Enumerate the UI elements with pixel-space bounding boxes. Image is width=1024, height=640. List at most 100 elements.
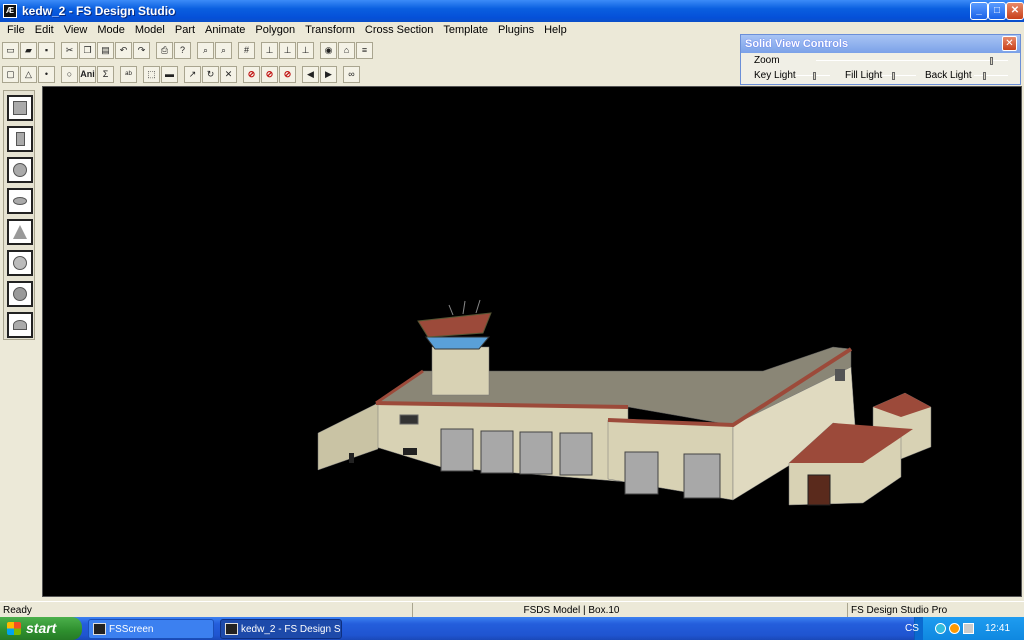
no-point-icon[interactable]: ⊘ [279, 65, 296, 83]
app-icon[interactable]: Æ [3, 4, 17, 18]
move-icon[interactable]: ↗ [184, 65, 201, 83]
home-icon[interactable]: ⌂ [338, 41, 355, 59]
axis-x-icon[interactable]: ⊥ [261, 41, 278, 59]
tower-body [431, 346, 490, 396]
close-button[interactable]: ✕ [1006, 2, 1024, 20]
sphere-shape-icon[interactable] [7, 157, 33, 183]
taskbar-fsscreen[interactable]: FSScreen [88, 619, 214, 639]
geosphere-alt-shape-icon[interactable] [7, 281, 33, 307]
fsscreen-icon [93, 623, 106, 635]
grid-icon[interactable]: # [238, 41, 255, 59]
select-part-icon[interactable]: ▢ [2, 65, 19, 83]
zoom-label: Zoom [754, 55, 780, 66]
menu-cross-section[interactable]: Cross Section [360, 22, 438, 39]
garage-door-5 [624, 451, 659, 495]
menu-file[interactable]: File [2, 22, 30, 39]
rotate-icon[interactable]: ↻ [202, 65, 219, 83]
previous-icon[interactable]: ◀ [302, 65, 319, 83]
update-icon[interactable] [949, 623, 960, 634]
taskbar-fsds[interactable]: kedw_2 - FS Design S... [220, 619, 342, 639]
next-icon[interactable]: ▶ [320, 65, 337, 83]
cut-icon[interactable]: ✂ [61, 41, 78, 59]
axis-y-icon[interactable]: ⊥ [279, 41, 296, 59]
save-icon[interactable]: ▪ [38, 41, 55, 59]
menu-part[interactable]: Part [170, 22, 200, 39]
menu-view[interactable]: View [59, 22, 93, 39]
menu-model[interactable]: Model [130, 22, 170, 39]
binoculars-icon[interactable]: ∞ [343, 65, 360, 83]
clock[interactable]: 12:41 [985, 617, 1010, 640]
paste-icon[interactable]: ▤ [97, 41, 114, 59]
ruler-icon[interactable]: ▬ [161, 65, 178, 83]
primitive-shapes-sidebar [3, 90, 35, 340]
zoom-slider-thumb[interactable] [990, 57, 993, 65]
fill-light-label: Fill Light [845, 70, 883, 81]
volume-icon[interactable] [963, 623, 974, 634]
back-light-slider[interactable] [974, 72, 1008, 80]
help-icon[interactable]: ? [174, 41, 191, 59]
menu-help[interactable]: Help [539, 22, 572, 39]
antenna-1 [448, 304, 454, 316]
select-polygon-icon[interactable]: △ [20, 65, 37, 83]
menu-transform[interactable]: Transform [300, 22, 360, 39]
fill-light-slider[interactable] [882, 72, 916, 80]
start-button[interactable]: start [0, 617, 82, 640]
redo-icon[interactable]: ↷ [133, 41, 150, 59]
zoom-slider[interactable] [816, 57, 1008, 65]
windows-taskbar: start FSScreen kedw_2 - FS Design S... C… [0, 617, 1024, 640]
no-select-icon[interactable]: ⊘ [243, 65, 260, 83]
key-light-slider-thumb[interactable] [813, 72, 816, 80]
disc-shape-icon[interactable] [7, 188, 33, 214]
layers-icon[interactable]: ≡ [356, 41, 373, 59]
back-light-slider-thumb[interactable] [983, 72, 986, 80]
garage-door-6 [683, 453, 721, 499]
circle-icon[interactable]: ○ [61, 65, 78, 83]
status-bar: Ready FSDS Model | Box.10 FS Design Stud… [0, 601, 1024, 617]
zoom-in-icon[interactable]: ⌕ [197, 41, 214, 59]
minimize-button[interactable]: _ [970, 2, 988, 20]
geosphere-shape-icon[interactable] [7, 250, 33, 276]
axis-z-icon[interactable]: ⊥ [297, 41, 314, 59]
scale-icon[interactable]: ✕ [220, 65, 237, 83]
marquee-select-icon[interactable]: ⬚ [143, 65, 160, 83]
animation-icon[interactable]: Ani [79, 65, 96, 83]
tower-glass [425, 336, 491, 350]
maximize-button[interactable]: □ [988, 2, 1006, 20]
back-light-label: Back Light [925, 70, 972, 81]
title-bar[interactable]: Æ kedw_2 - FS Design Studio _ □ ✕ [0, 0, 1024, 22]
select-point-icon[interactable]: • [38, 65, 55, 83]
start-label: start [26, 620, 57, 636]
new-file-icon[interactable]: ▭ [2, 41, 19, 59]
menu-plugins[interactable]: Plugins [493, 22, 539, 39]
sigma-icon[interactable]: Σ [97, 65, 114, 83]
status-ready: Ready [3, 605, 32, 616]
cylinder-shape-icon[interactable] [7, 126, 33, 152]
menu-mode[interactable]: Mode [92, 22, 130, 39]
camera-icon[interactable]: ◉ [320, 41, 337, 59]
language-indicator[interactable]: CS [905, 617, 919, 640]
garage-door-4 [559, 432, 593, 476]
copy-icon[interactable]: ❐ [79, 41, 96, 59]
box-shape-icon[interactable] [7, 95, 33, 121]
key-light-label: Key Light [754, 70, 796, 81]
menu-animate[interactable]: Animate [200, 22, 250, 39]
menu-template[interactable]: Template [438, 22, 493, 39]
zoom-out-icon[interactable]: ⌕ [215, 41, 232, 59]
key-light-slider[interactable] [796, 72, 830, 80]
menu-edit[interactable]: Edit [30, 22, 59, 39]
pyramid-shape-icon[interactable] [7, 219, 33, 245]
no-polygon-icon[interactable]: ⊘ [261, 65, 278, 83]
hemisphere-shape-icon[interactable] [7, 312, 33, 338]
fill-light-slider-thumb[interactable] [892, 72, 895, 80]
menu-polygon[interactable]: Polygon [250, 22, 300, 39]
3d-viewport[interactable] [42, 86, 1022, 597]
abc-icon[interactable]: ᵃᵇ [120, 65, 137, 83]
print-icon[interactable]: ⎙ [156, 41, 173, 59]
network-icon[interactable] [935, 623, 946, 634]
taskbar-fsds-label: kedw_2 - FS Design S... [241, 624, 342, 635]
undo-icon[interactable]: ↶ [115, 41, 132, 59]
annex-door [807, 474, 831, 506]
status-model-info: FSDS Model | Box.10 [412, 603, 847, 617]
svc-close-icon[interactable]: ✕ [1002, 36, 1017, 51]
open-folder-icon[interactable]: ▰ [20, 41, 37, 59]
